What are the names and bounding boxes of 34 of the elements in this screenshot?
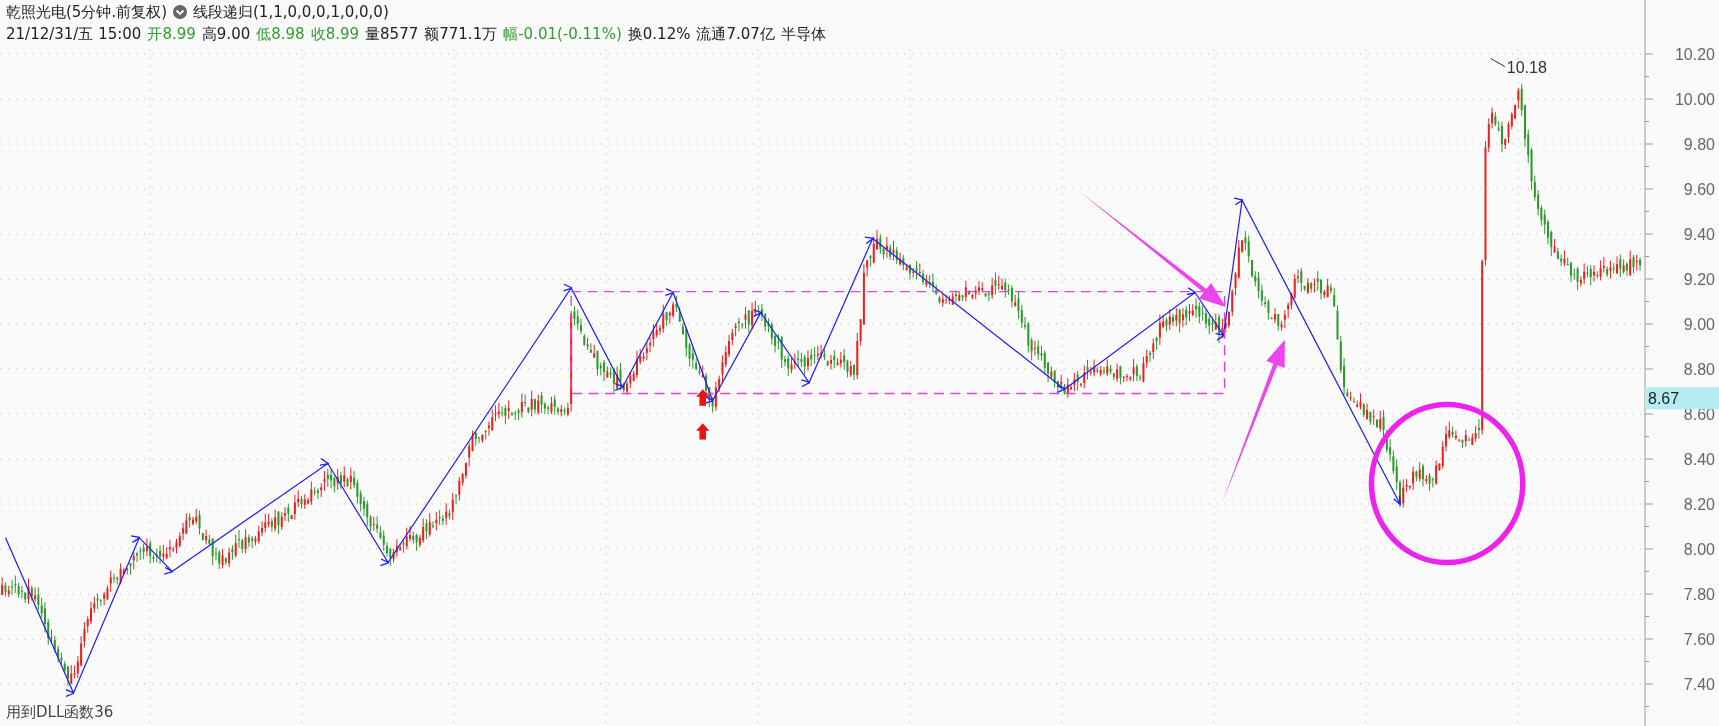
quote-value: 高9.00: [201, 24, 251, 44]
price-axis-label: 8.20: [1683, 496, 1715, 513]
status-text: 用到DLL函数36: [6, 703, 114, 722]
quote-value: 21/12/31/五 15:00: [6, 24, 142, 44]
current-price-tag: 8.67: [1645, 387, 1719, 410]
quote-value: 半导体: [780, 24, 826, 44]
up-arrow-icon: [696, 423, 710, 440]
price-axis-label: 9.40: [1683, 226, 1715, 243]
quote-value: 幅-0.01(-0.11%): [503, 24, 622, 44]
quote-value: 量8577: [365, 24, 419, 44]
quote-value: 流通7.07亿: [696, 24, 775, 44]
price-axis-label: 9.60: [1683, 181, 1715, 198]
price-axis-label: 8.40: [1683, 451, 1715, 468]
price-axis-label: 7.40: [1683, 676, 1715, 693]
quote-value: 额771.1万: [424, 24, 498, 44]
price-axis-label: 7.60: [1683, 631, 1715, 648]
high-price-label: 10.18: [1506, 58, 1547, 76]
quote-value: 低8.98: [256, 24, 305, 44]
leader-line: [1490, 58, 1506, 67]
dropdown-icon[interactable]: [173, 5, 187, 19]
quote-value: 收8.99: [310, 24, 360, 44]
up-arrow-icon: [696, 389, 710, 406]
price-axis-label: 8.00: [1683, 541, 1715, 558]
quote-value: 开8.99: [147, 24, 196, 44]
indicator-name: 线段递归(1,1,0,0,0,1,0,0,0): [193, 2, 389, 22]
price-axis-label: 10.00: [1674, 91, 1715, 108]
price-axis-label: 8.80: [1683, 361, 1715, 378]
stock-title: 乾照光电(5分钟.前复权): [6, 2, 167, 22]
price-axis-label: 9.80: [1683, 136, 1715, 153]
price-axis-label: 9.00: [1683, 316, 1715, 333]
price-axis-label: 7.80: [1683, 586, 1715, 603]
quote-value: 换0.12%: [627, 24, 691, 44]
price-axis-label: 9.20: [1683, 271, 1715, 288]
price-axis-label: 10.20: [1674, 46, 1715, 63]
